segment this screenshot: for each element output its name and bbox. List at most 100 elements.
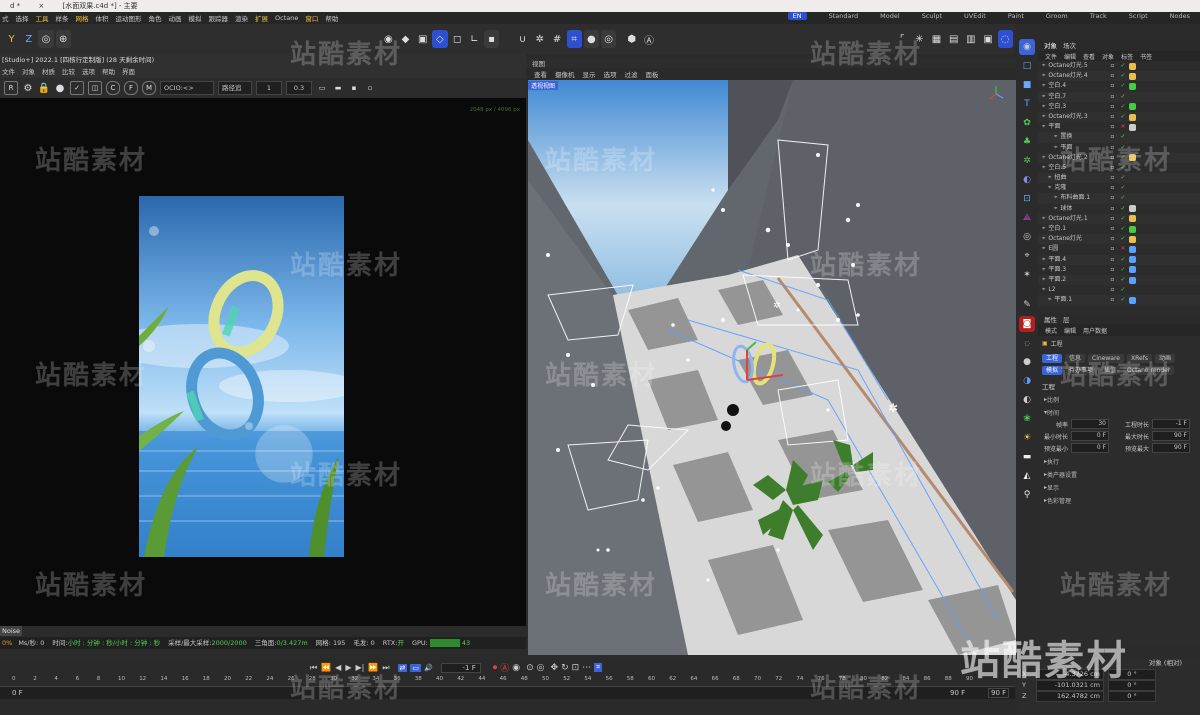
enabled-check-icon[interactable]: ✓ xyxy=(1120,204,1125,214)
layer-icon[interactable]: ▫ xyxy=(1110,265,1114,275)
objects-menu-item[interactable]: 编辑 xyxy=(1064,52,1076,61)
lock-icon[interactable]: 🔒 xyxy=(38,82,50,94)
enabled-check-icon[interactable]: ✓ xyxy=(1120,265,1125,275)
area-light-icon[interactable]: ▬ xyxy=(1019,449,1035,465)
object-row[interactable]: ⌖ 空白.5 ▫ ✓ xyxy=(1038,163,1200,173)
object-row[interactable]: ⌖ Octane灯光.4 ▫ ✓ xyxy=(1038,71,1200,82)
object-tag-icon[interactable] xyxy=(1128,245,1136,253)
object-row[interactable]: ⌖ 平面.2 ▫ ✓ xyxy=(1038,274,1200,286)
object-tag-icon[interactable] xyxy=(1128,82,1136,90)
brush-icon[interactable]: ✎ xyxy=(1019,297,1035,313)
menu-item[interactable]: 扩展 xyxy=(255,13,268,23)
object-row[interactable]: ⌖ 平面.3 ▫ ✓ xyxy=(1038,265,1200,275)
attr-section[interactable]: ▸ 显示 xyxy=(1044,483,1200,492)
layer-icon[interactable]: ▫ xyxy=(1110,224,1114,234)
layout-item[interactable]: UVEdit xyxy=(964,12,986,20)
layout-item[interactable]: Nodes xyxy=(1170,12,1190,20)
compare-icon[interactable]: ◫ xyxy=(88,81,102,95)
enabled-check-icon[interactable]: ✓ xyxy=(1120,193,1125,203)
object-tag-icon[interactable] xyxy=(1128,296,1136,304)
layer-icon[interactable]: ▫ xyxy=(1110,204,1114,214)
loop-icon[interactable]: ⇄ xyxy=(397,663,408,672)
prev-frame-icon[interactable]: ◀ xyxy=(335,663,341,672)
object-list[interactable]: ⌖ Octane灯光.5 ▫ ✓ ⌖ Octane灯光.4 ▫ ✓ ⌖ 空白.4 ▫ ✓ ⌖ 空白.7 ▫ ✓… xyxy=(1038,61,1200,311)
enabled-check-icon[interactable]: ✓ xyxy=(1120,92,1125,102)
layer-icon[interactable]: ▫ xyxy=(1110,112,1114,122)
gray-sphere-icon[interactable]: ◐ xyxy=(1019,392,1035,408)
object-row[interactable]: ⌖ Octane灯光.1 ▫ ✓ xyxy=(1038,213,1200,224)
menu-item[interactable]: 窗口 xyxy=(305,13,318,23)
enabled-check-icon[interactable]: ✓ xyxy=(1120,224,1125,234)
viewport-menu-item[interactable]: 显示 xyxy=(583,69,596,79)
effector-icon[interactable]: ✲ xyxy=(1019,153,1035,169)
attr-subtab[interactable]: 待办事项 xyxy=(1065,366,1098,375)
object-tag-icon[interactable] xyxy=(1128,215,1136,223)
menu-item[interactable]: 工具 xyxy=(36,13,49,23)
field-input[interactable]: 90 F xyxy=(1152,431,1190,441)
object-row[interactable]: ⌖ Octane灯光 ▫ ✓ xyxy=(1038,234,1200,245)
noise-tab[interactable]: Noise xyxy=(0,626,22,636)
attr-section[interactable]: ▸ 类产器设置 xyxy=(1044,470,1200,479)
object-tag-icon[interactable] xyxy=(1128,225,1136,233)
range-end-1[interactable]: 90 F xyxy=(950,689,965,697)
rot-key-icon[interactable]: ↻ xyxy=(561,663,569,673)
clapper2-icon[interactable]: ▥ xyxy=(963,30,978,48)
poly-mode-icon[interactable]: ▣ xyxy=(415,30,430,48)
enabled-check-icon[interactable]: ✓ xyxy=(1120,255,1125,265)
object-row[interactable]: ⌖ Octane灯光.3 ▫ ✓ xyxy=(1038,111,1200,123)
attr-subtab[interactable]: 插值 xyxy=(1100,366,1121,375)
attributes-menu-item[interactable]: 用户数据 xyxy=(1083,326,1107,335)
play-icon[interactable]: ▶ xyxy=(345,663,351,672)
object-tag-icon[interactable] xyxy=(1128,276,1136,284)
range-start[interactable]: 0 F xyxy=(12,689,23,697)
render-region-icon[interactable]: ● xyxy=(583,30,599,48)
object-tag-icon[interactable] xyxy=(1128,205,1136,213)
layer-icon[interactable]: ▫ xyxy=(1110,153,1114,163)
clay-icon[interactable]: C xyxy=(106,81,120,95)
menu-item[interactable]: 网格 xyxy=(76,13,89,23)
layout-badge[interactable]: EN xyxy=(787,12,807,20)
kernel-dropdown[interactable]: 路径追 xyxy=(218,81,252,95)
render-active-icon[interactable]: ◎ xyxy=(601,30,617,48)
coordinate-system-icon[interactable]: ◎ xyxy=(38,30,54,48)
objects-menu-item[interactable]: 对象 xyxy=(1102,52,1114,61)
material-icon[interactable]: ⬢ xyxy=(624,30,639,48)
coord-position-field[interactable]: -101.0321 cm xyxy=(1036,679,1104,691)
layer-icon[interactable]: ▫ xyxy=(1110,143,1114,153)
blend-icon[interactable]: ◌ xyxy=(1019,335,1035,351)
attr-section[interactable]: ▸ 执行 xyxy=(1044,457,1200,466)
key-icon[interactable]: ◉ xyxy=(512,663,520,673)
object-row[interactable]: ⌖ 布料曲面.1 ▫ ✓ xyxy=(1038,193,1200,204)
enabled-check-icon[interactable]: ✓ xyxy=(1120,102,1125,112)
close-tab-icon[interactable]: × xyxy=(32,0,50,12)
disabled-x-icon[interactable]: ✕ xyxy=(1120,122,1125,132)
attr-subtab[interactable]: Cineware xyxy=(1088,354,1124,363)
text-icon[interactable]: T xyxy=(1019,96,1035,112)
object-row[interactable]: ⌖ 球体 ▫ ✓ xyxy=(1038,204,1200,214)
render-queue-icon[interactable]: ▦ xyxy=(929,30,944,48)
objects-tab[interactable]: 对象 xyxy=(1044,40,1057,50)
render-cam-icon[interactable]: ◙ xyxy=(1019,316,1035,332)
render-icon[interactable]: R xyxy=(4,81,18,95)
enabled-check-icon[interactable]: ✓ xyxy=(1120,285,1125,295)
spline-icon[interactable]: ⟁ xyxy=(1019,210,1035,226)
texture-mode-icon[interactable]: ◻ xyxy=(450,30,465,48)
file-tab[interactable]: [水面双果.c4d *] - 主要 xyxy=(57,0,144,12)
attributes-tab[interactable]: 层 xyxy=(1063,314,1070,324)
axis-z-button[interactable]: Z xyxy=(21,30,36,48)
render-menu-item[interactable]: 比较 xyxy=(62,66,75,76)
object-mode-icon[interactable]: ◇ xyxy=(432,30,448,48)
light-icon[interactable]: ✶ xyxy=(1019,267,1035,283)
cube-icon[interactable]: ■ xyxy=(1019,77,1035,93)
object-row[interactable]: ⌖ 克隆 ▫ ✓ xyxy=(1038,183,1200,193)
enabled-check-icon[interactable]: ✓ xyxy=(1120,132,1125,142)
layer-icon[interactable]: ▫ xyxy=(1110,183,1114,193)
objects-menu-item[interactable]: 文件 xyxy=(1045,52,1057,61)
coord-position-field[interactable]: 162.4782 cm xyxy=(1036,690,1104,702)
object-row[interactable]: ⌖ 扭曲 ▫ ✓ xyxy=(1038,173,1200,184)
objects-menu-item[interactable]: 标签 xyxy=(1121,52,1133,61)
settings-gear-icon[interactable]: ⚙ xyxy=(22,82,34,94)
object-row[interactable]: ⌖ Octane灯光.5 ▫ ✓ xyxy=(1038,61,1200,71)
enabled-check-icon[interactable]: ✓ xyxy=(1120,183,1125,193)
objects-tab[interactable]: 场次 xyxy=(1063,40,1076,50)
